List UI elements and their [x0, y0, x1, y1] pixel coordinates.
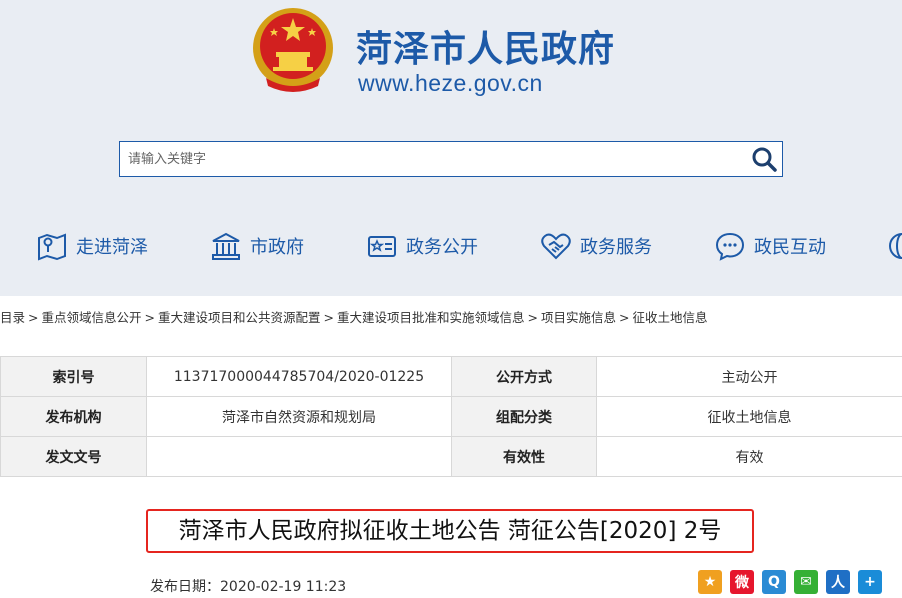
nav-item-city-government[interactable]: 市政府	[210, 222, 304, 270]
breadcrumb-item[interactable]: 重大建设项目和公共资源配置	[158, 310, 321, 325]
table-row: 发布机构 菏泽市自然资源和规划局 组配分类 征收土地信息	[0, 396, 902, 437]
breadcrumb-separator: >	[323, 310, 334, 325]
breadcrumb-item[interactable]: 重点领域信息公开	[42, 310, 142, 325]
nav-item-more[interactable]	[886, 222, 902, 270]
document-title-highlight: 菏泽市人民政府拟征收土地公告 菏征公告[2020] 2号	[146, 509, 754, 553]
nav-label: 市政府	[250, 237, 304, 258]
handshake-icon	[541, 233, 571, 260]
main-nav: 走进菏泽 市政府 政务公开 政务服务 政民互动	[0, 222, 902, 270]
meta-value-validity: 有效	[596, 436, 902, 477]
meta-key-validity: 有效性	[451, 436, 597, 477]
nav-label: 政民互动	[754, 237, 826, 258]
more-share-icon[interactable]: +	[858, 570, 882, 594]
site-title: 菏泽市人民政府	[356, 29, 616, 70]
national-emblem-icon	[253, 8, 333, 92]
publish-date-value: 2020-02-19 11:23	[220, 579, 347, 595]
nav-label: 政务服务	[580, 237, 652, 258]
breadcrumb-separator: >	[28, 310, 39, 325]
breadcrumb-item[interactable]: 目录	[0, 310, 25, 325]
breadcrumb-item[interactable]: 项目实施信息	[541, 310, 616, 325]
share-bar: ★ 微 Q ✉ 人 +	[698, 570, 890, 594]
government-building-icon	[212, 232, 240, 260]
breadcrumb-item-current[interactable]: 征收土地信息	[633, 310, 708, 325]
publish-date-label: 发布日期：	[150, 579, 220, 595]
meta-key-issuing-agency: 发布机构	[0, 396, 147, 437]
breadcrumb-separator: >	[527, 310, 538, 325]
nav-item-visit-heze[interactable]: 走进菏泽	[36, 222, 148, 270]
nav-item-public-interaction[interactable]: 政民互动	[714, 222, 826, 270]
table-row: 索引号 113717000044785704/2020-01225 公开方式 主…	[0, 356, 902, 397]
table-row: 发文文号 有效性 有效	[0, 436, 902, 477]
search-icon[interactable]	[750, 145, 778, 173]
breadcrumb-separator: >	[144, 310, 155, 325]
meta-value-issuing-agency: 菏泽市自然资源和规划局	[146, 396, 452, 437]
nav-item-government-affairs-disclosure[interactable]: 政务公开	[366, 222, 478, 270]
breadcrumb-separator: >	[619, 310, 630, 325]
wechat-icon[interactable]: ✉	[794, 570, 818, 594]
meta-key-document-number: 发文文号	[0, 436, 147, 477]
id-card-icon	[368, 236, 396, 257]
document-title: 菏泽市人民政府拟征收土地公告 菏征公告[2020] 2号	[178, 518, 722, 544]
site-url: www.heze.gov.cn	[358, 70, 543, 96]
meta-key-category: 组配分类	[451, 396, 597, 437]
site-header: 菏泽市人民政府 www.heze.gov.cn 走进菏泽	[0, 0, 902, 296]
map-icon	[38, 233, 66, 261]
chat-icon	[715, 232, 745, 261]
nav-label: 政务公开	[406, 237, 478, 258]
weibo-icon[interactable]: 微	[730, 570, 754, 594]
breadcrumb-item[interactable]: 重大建设项目批准和实施领域信息	[337, 310, 525, 325]
meta-key-index-number: 索引号	[0, 356, 147, 397]
globe-icon	[889, 233, 902, 259]
qzone-star-icon[interactable]: ★	[698, 570, 722, 594]
renren-icon[interactable]: 人	[826, 570, 850, 594]
document-meta-table: 索引号 113717000044785704/2020-01225 公开方式 主…	[0, 356, 902, 477]
meta-key-disclosure-method: 公开方式	[451, 356, 597, 397]
nav-item-government-services[interactable]: 政务服务	[540, 222, 652, 270]
nav-label: 走进菏泽	[76, 237, 148, 258]
publish-date: 发布日期：2020-02-19 11:23	[150, 576, 346, 596]
meta-value-category: 征收土地信息	[596, 396, 902, 437]
breadcrumb: 目录 > 重点领域信息公开 > 重大建设项目和公共资源配置 > 重大建设项目批准和实施领域信…	[0, 307, 902, 327]
search-input[interactable]	[120, 142, 740, 176]
meta-value-index-number: 113717000044785704/2020-01225	[146, 356, 452, 397]
tencent-weibo-icon[interactable]: Q	[762, 570, 786, 594]
meta-value-disclosure-method: 主动公开	[596, 356, 902, 397]
search-box	[119, 141, 783, 177]
meta-value-document-number	[146, 436, 452, 477]
